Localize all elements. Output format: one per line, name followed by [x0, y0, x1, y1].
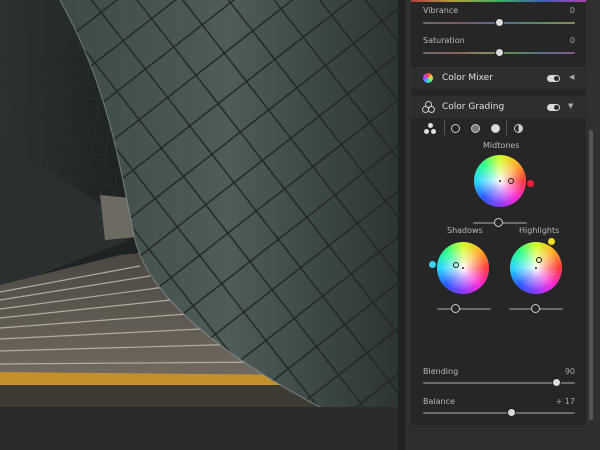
- shadows-wheel-handle[interactable]: [453, 262, 459, 268]
- three-way-mode-icon[interactable]: [424, 123, 437, 135]
- panel-content: [411, 0, 586, 425]
- blending-label: Blending: [423, 367, 459, 376]
- panel-divider: [398, 0, 405, 450]
- midtones-luminance-thumb[interactable]: [494, 218, 503, 227]
- blending-value[interactable]: 90: [545, 367, 575, 376]
- panel-scrollbar[interactable]: [589, 130, 593, 420]
- color-mixer-icon: [423, 73, 433, 83]
- shadows-luminance-thumb[interactable]: [451, 304, 460, 313]
- color-mixer-title: Color Mixer: [442, 73, 493, 83]
- highlights-mode-icon[interactable]: [491, 124, 500, 133]
- shadows-hue-indicator[interactable]: [429, 261, 436, 268]
- balance-slider-track[interactable]: [423, 412, 575, 414]
- highlights-wheel-handle[interactable]: [536, 257, 542, 263]
- midtones-wheel-center: [499, 180, 501, 182]
- canvas-background: [0, 407, 405, 450]
- vibrance-label: Vibrance: [423, 6, 459, 15]
- midtones-mode-icon[interactable]: [471, 124, 480, 133]
- highlights-luminance-thumb[interactable]: [531, 304, 540, 313]
- color-grading-toggle[interactable]: [547, 104, 560, 111]
- edit-panel: Vibrance 0 Saturation 0 Color Mixer ◀ Co…: [405, 0, 600, 450]
- shadows-luminance-track[interactable]: [437, 308, 491, 310]
- blending-slider-thumb[interactable]: [552, 378, 561, 387]
- saturation-value[interactable]: 0: [545, 36, 575, 45]
- architecture-photo: [0, 0, 398, 407]
- color-mixer-toggle[interactable]: [547, 75, 560, 82]
- mode-divider: [444, 120, 445, 135]
- shadows-wheel-center: [462, 267, 464, 269]
- mode-divider: [506, 120, 507, 135]
- midtones-hue-indicator[interactable]: [527, 180, 534, 187]
- highlights-wheel-center: [535, 267, 537, 269]
- highlights-label: Highlights: [519, 226, 560, 235]
- saturation-slider-thumb[interactable]: [495, 48, 504, 57]
- color-mixer-collapse-icon[interactable]: ◀: [569, 73, 574, 81]
- panel-footer: [405, 425, 600, 450]
- color-grading-collapse-icon[interactable]: ▼: [568, 102, 573, 110]
- midtones-label: Midtones: [483, 141, 520, 150]
- vibrance-slider-thumb[interactable]: [495, 18, 504, 27]
- global-mode-icon[interactable]: [514, 124, 523, 133]
- balance-label: Balance: [423, 397, 455, 406]
- color-grading-icon: [422, 101, 435, 113]
- highlights-hue-indicator[interactable]: [548, 238, 555, 245]
- shadows-label: Shadows: [447, 226, 483, 235]
- photo-canvas[interactable]: [0, 0, 398, 407]
- color-grading-title: Color Grading: [442, 102, 505, 112]
- saturation-label: Saturation: [423, 36, 465, 45]
- balance-value[interactable]: + 17: [535, 397, 575, 406]
- shadows-mode-icon[interactable]: [451, 124, 460, 133]
- midtones-wheel-handle[interactable]: [508, 178, 514, 184]
- vibrance-value[interactable]: 0: [545, 6, 575, 15]
- saturation-track-top: [411, 0, 586, 2]
- balance-slider-thumb[interactable]: [507, 408, 516, 417]
